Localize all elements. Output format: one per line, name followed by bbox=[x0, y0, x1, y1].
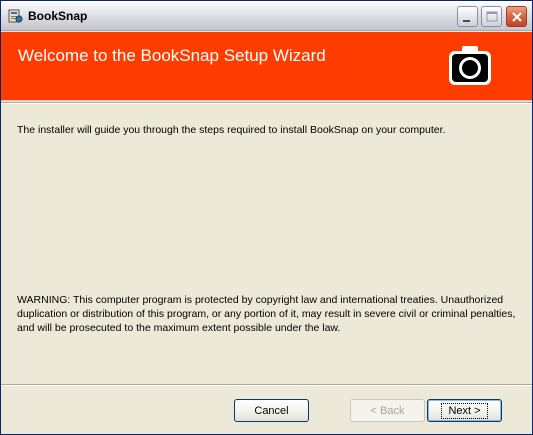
footer-divider bbox=[1, 384, 532, 386]
maximize-button[interactable] bbox=[481, 6, 502, 27]
cancel-button[interactable]: Cancel bbox=[234, 399, 309, 422]
close-icon bbox=[512, 12, 522, 22]
intro-text: The installer will guide you through the… bbox=[17, 124, 446, 136]
next-button[interactable]: Next > bbox=[427, 399, 502, 422]
header-divider bbox=[1, 102, 532, 104]
wizard-title: Welcome to the BookSnap Setup Wizard bbox=[18, 46, 326, 65]
minimize-button[interactable] bbox=[457, 6, 478, 27]
close-button[interactable] bbox=[506, 6, 527, 27]
title-bar[interactable]: BookSnap bbox=[1, 1, 532, 31]
copyright-warning: WARNING: This computer program is protec… bbox=[17, 294, 516, 334]
next-button-label: Next > bbox=[441, 402, 488, 419]
minimize-icon bbox=[463, 20, 470, 22]
setup-wizard-window: BookSnap Welcome to the BookSnap Setup W… bbox=[0, 0, 533, 435]
camera-icon bbox=[449, 46, 491, 85]
header-banner: Welcome to the BookSnap Setup Wizard bbox=[1, 32, 532, 101]
app-icon bbox=[8, 9, 23, 23]
window-title: BookSnap bbox=[28, 9, 88, 23]
back-button[interactable]: < Back bbox=[350, 399, 425, 422]
maximize-icon bbox=[486, 11, 498, 22]
